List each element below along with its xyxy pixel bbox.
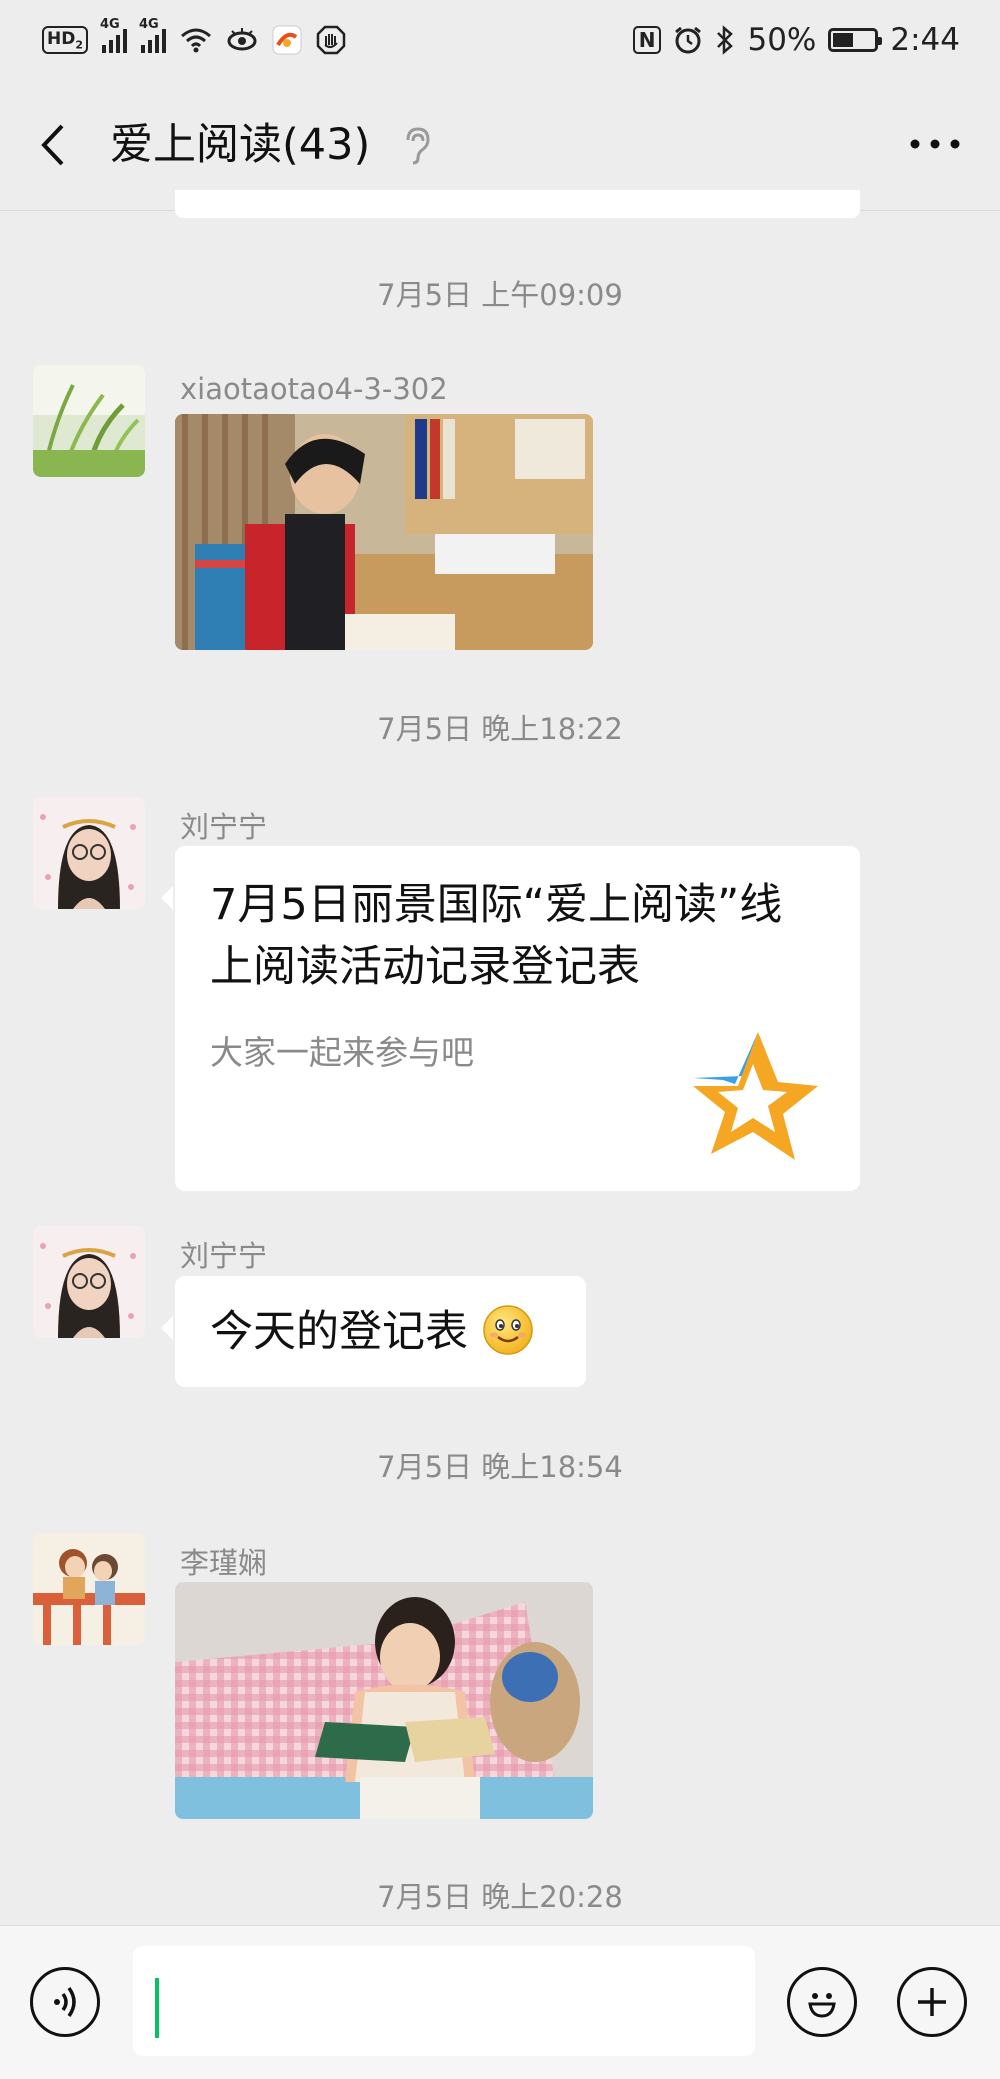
signal-icon: 4G bbox=[139, 17, 166, 53]
emoji-icon[interactable] bbox=[787, 1967, 857, 2037]
smile-emoji-icon bbox=[482, 1305, 533, 1355]
illustration-avatar[interactable] bbox=[33, 1533, 145, 1645]
previous-message-bubble[interactable] bbox=[175, 190, 860, 218]
plus-icon[interactable] bbox=[897, 1967, 967, 2037]
shield-icon bbox=[316, 25, 346, 55]
chat-title: 爱上阅读(43) bbox=[110, 120, 371, 170]
woman-glasses-avatar[interactable] bbox=[33, 1226, 145, 1338]
timestamp: 7月5日 晚上18:22 bbox=[377, 712, 623, 746]
signal-icon: 4G bbox=[100, 17, 127, 53]
nfc-icon: N bbox=[632, 26, 662, 54]
text-caret bbox=[155, 1978, 159, 2038]
chevron-left-icon[interactable] bbox=[34, 118, 74, 172]
app-icon bbox=[272, 25, 302, 55]
bluetooth-icon bbox=[717, 25, 734, 55]
input-bar bbox=[0, 1925, 1000, 2079]
sender-name: 刘宁宁 bbox=[180, 810, 268, 844]
network-type-2: 4G bbox=[139, 17, 159, 32]
photo-girl-reading-at-desk[interactable] bbox=[175, 414, 593, 650]
text-message-bubble[interactable]: 今天的登记表 bbox=[161, 1276, 586, 1387]
battery-icon bbox=[828, 28, 883, 52]
sender-name: 刘宁宁 bbox=[180, 1239, 268, 1273]
sender-name: 李瑾娴 bbox=[180, 1546, 268, 1580]
network-type-1: 4G bbox=[100, 17, 120, 32]
status-bar: HD2 4G 4G N 50% 2:44 bbox=[0, 0, 1000, 80]
wifi-icon bbox=[181, 28, 211, 53]
card-title: 7月5日丽景国际“爱上阅读”线上阅读活动记录登记表 bbox=[210, 880, 783, 992]
clock: 2:44 bbox=[890, 22, 960, 58]
card-subtitle: 大家一起来参与吧 bbox=[210, 1033, 474, 1072]
hd-label: HD bbox=[47, 28, 76, 49]
eye-icon bbox=[227, 28, 257, 51]
timestamp: 7月5日 晚上18:54 bbox=[377, 1450, 623, 1484]
woman-glasses-avatar[interactable] bbox=[33, 797, 145, 909]
hd-sub: 2 bbox=[75, 38, 83, 52]
sender-name: xiaotaotao4-3-302 bbox=[180, 372, 448, 406]
photo-child-reading-on-bed[interactable] bbox=[175, 1582, 593, 1819]
message-input[interactable] bbox=[133, 1946, 755, 2056]
timestamp: 7月5日 上午09:09 bbox=[377, 278, 623, 312]
link-card-bubble[interactable]: 7月5日丽景国际“爱上阅读”线上阅读活动记录登记表 大家一起来参与吧 bbox=[161, 846, 860, 1191]
battery-percent: 50% bbox=[747, 22, 817, 58]
more-icon[interactable] bbox=[908, 118, 962, 170]
message-text: 今天的登记表 bbox=[210, 1307, 468, 1357]
battery-fill bbox=[833, 33, 854, 47]
star-icon bbox=[693, 1032, 818, 1160]
ear-icon bbox=[406, 127, 430, 165]
grass-avatar[interactable] bbox=[33, 365, 145, 477]
message-text-row: 今天的登记表 bbox=[210, 1298, 534, 1366]
timestamp: 7月5日 晚上20:28 bbox=[377, 1880, 623, 1914]
hd-icon: HD2 bbox=[42, 25, 88, 55]
alarm-icon bbox=[675, 26, 702, 54]
voice-icon[interactable] bbox=[30, 1967, 100, 2037]
